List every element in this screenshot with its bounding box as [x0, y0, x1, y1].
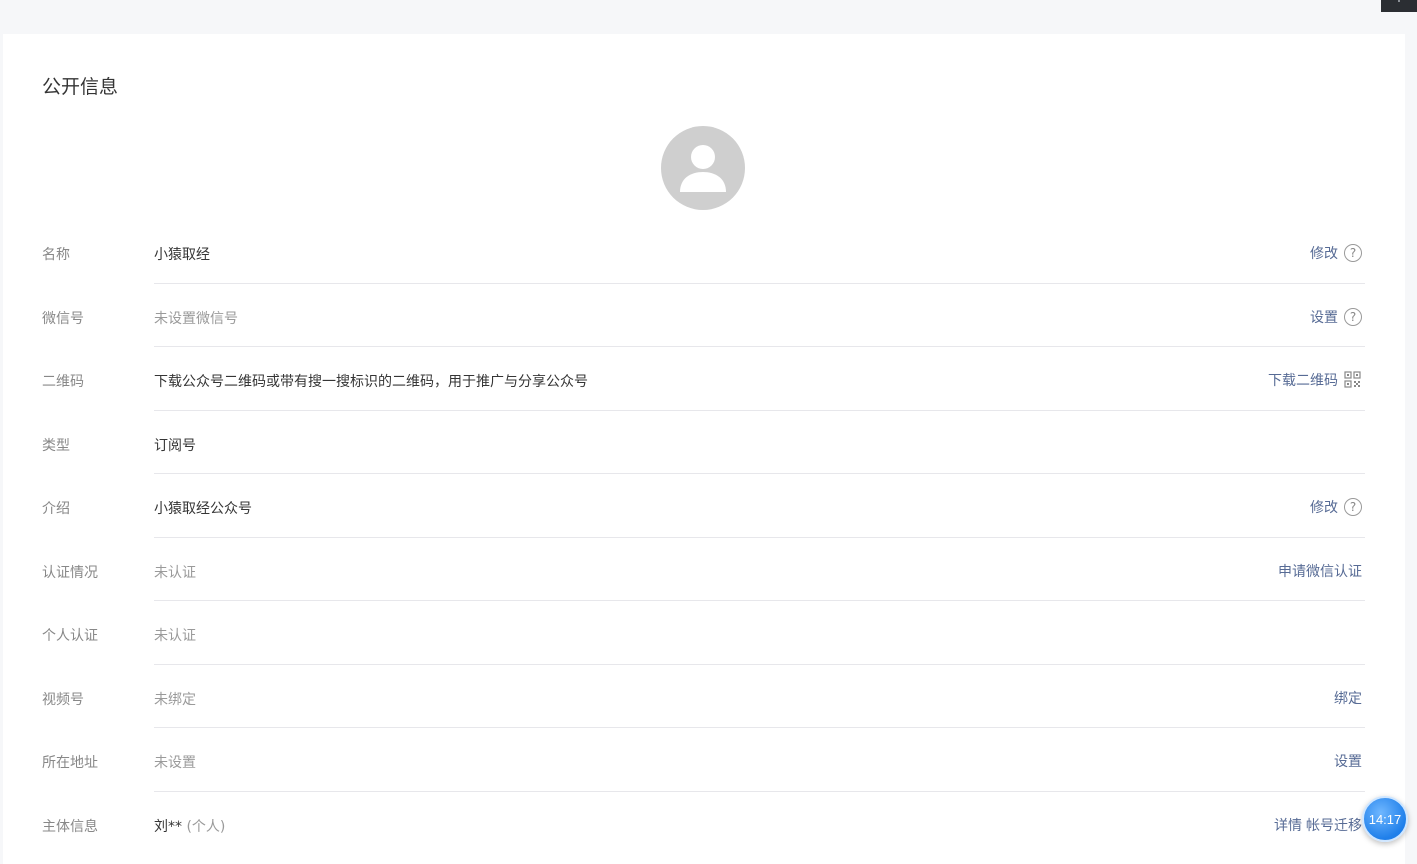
row-actions: 修改 ?: [1310, 497, 1362, 517]
question-circle-icon[interactable]: ?: [1344, 244, 1362, 262]
row-label: 所在地址: [42, 755, 98, 771]
floating-clock-widget[interactable]: 14:17: [1362, 796, 1408, 842]
row-value: 订阅号: [154, 437, 196, 454]
user-silhouette-icon: [680, 145, 726, 192]
row-verification: 认证情况 未认证 申请微信认证: [42, 538, 1365, 601]
info-rows: 名称 小猿取经 修改 ? 微信号 未设置微信号 设置 ? 二维码 下载公众号二维…: [42, 220, 1365, 855]
row-label: 视频号: [42, 691, 84, 708]
row-value: 未认证: [154, 564, 196, 581]
row-label: 主体信息: [42, 818, 98, 835]
row-qr-code: 二维码 下载公众号二维码或带有搜一搜标识的二维码，用于推广与分享公众号 下载二维…: [42, 347, 1365, 411]
row-value: 未绑定: [154, 691, 196, 708]
row-actions: 详情 帐号迁移: [1274, 815, 1362, 835]
modify-intro-link[interactable]: 修改: [1310, 497, 1338, 517]
entity-name: 刘**: [154, 818, 182, 835]
entity-type: (个人): [186, 818, 226, 835]
row-value: 未设置微信号: [154, 310, 238, 327]
download-qr-link[interactable]: 下载二维码: [1268, 370, 1338, 390]
row-label: 介绍: [42, 501, 70, 517]
row-value: 下载公众号二维码或带有搜一搜标识的二维码，用于推广与分享公众号: [154, 374, 588, 390]
row-name: 名称 小猿取经 修改 ?: [42, 220, 1365, 284]
row-channels: 视频号 未绑定 绑定: [42, 665, 1365, 728]
question-circle-icon[interactable]: ?: [1344, 307, 1362, 326]
row-label: 个人认证: [42, 628, 98, 644]
row-label: 类型: [42, 437, 70, 454]
qr-code-icon[interactable]: [1344, 371, 1362, 389]
page-title: 公开信息: [42, 76, 119, 98]
row-label: 微信号: [42, 310, 84, 327]
row-actions: 修改 ?: [1310, 243, 1362, 263]
row-label: 二维码: [42, 374, 84, 390]
row-value: 小猿取经公众号: [154, 501, 252, 517]
row-intro: 介绍 小猿取经公众号 修改 ?: [42, 474, 1365, 538]
account-migration-link[interactable]: 帐号迁移: [1306, 815, 1362, 835]
row-actions: 申请微信认证: [1278, 561, 1362, 581]
row-type: 类型 订阅号: [42, 411, 1365, 474]
avatar[interactable]: [661, 126, 745, 210]
row-label: 认证情况: [42, 564, 98, 581]
row-value: 未认证: [154, 628, 196, 644]
modify-name-link[interactable]: 修改: [1310, 243, 1338, 263]
entity-details-link[interactable]: 详情: [1274, 815, 1302, 835]
row-address: 所在地址 未设置 设置: [42, 728, 1365, 792]
set-wechat-id-link[interactable]: 设置: [1310, 307, 1338, 327]
row-value: 刘** (个人): [154, 816, 225, 836]
bind-channels-link[interactable]: 绑定: [1334, 688, 1362, 708]
question-circle-icon[interactable]: ?: [1344, 498, 1362, 516]
row-label: 名称: [42, 247, 70, 263]
row-personal-verification: 个人认证 未认证: [42, 601, 1365, 665]
public-info-card: 公开信息 名称 小猿取经 修改 ? 微信号 未设置微信号 设置 ? 二维码 下载…: [3, 34, 1405, 864]
row-wechat-id: 微信号 未设置微信号 设置 ?: [42, 284, 1365, 347]
apply-verification-link[interactable]: 申请微信认证: [1278, 561, 1362, 581]
row-entity-info: 主体信息 刘** (个人) 详情 帐号迁移: [42, 792, 1365, 856]
corner-menu-button[interactable]: [1381, 0, 1417, 12]
row-actions: 绑定: [1334, 688, 1362, 708]
row-value: 未设置: [154, 755, 196, 771]
row-actions: 设置: [1334, 751, 1362, 771]
row-actions: 设置 ?: [1310, 307, 1362, 327]
set-address-link[interactable]: 设置: [1334, 751, 1362, 771]
row-actions: 下载二维码: [1268, 370, 1362, 390]
row-value: 小猿取经: [154, 247, 210, 263]
